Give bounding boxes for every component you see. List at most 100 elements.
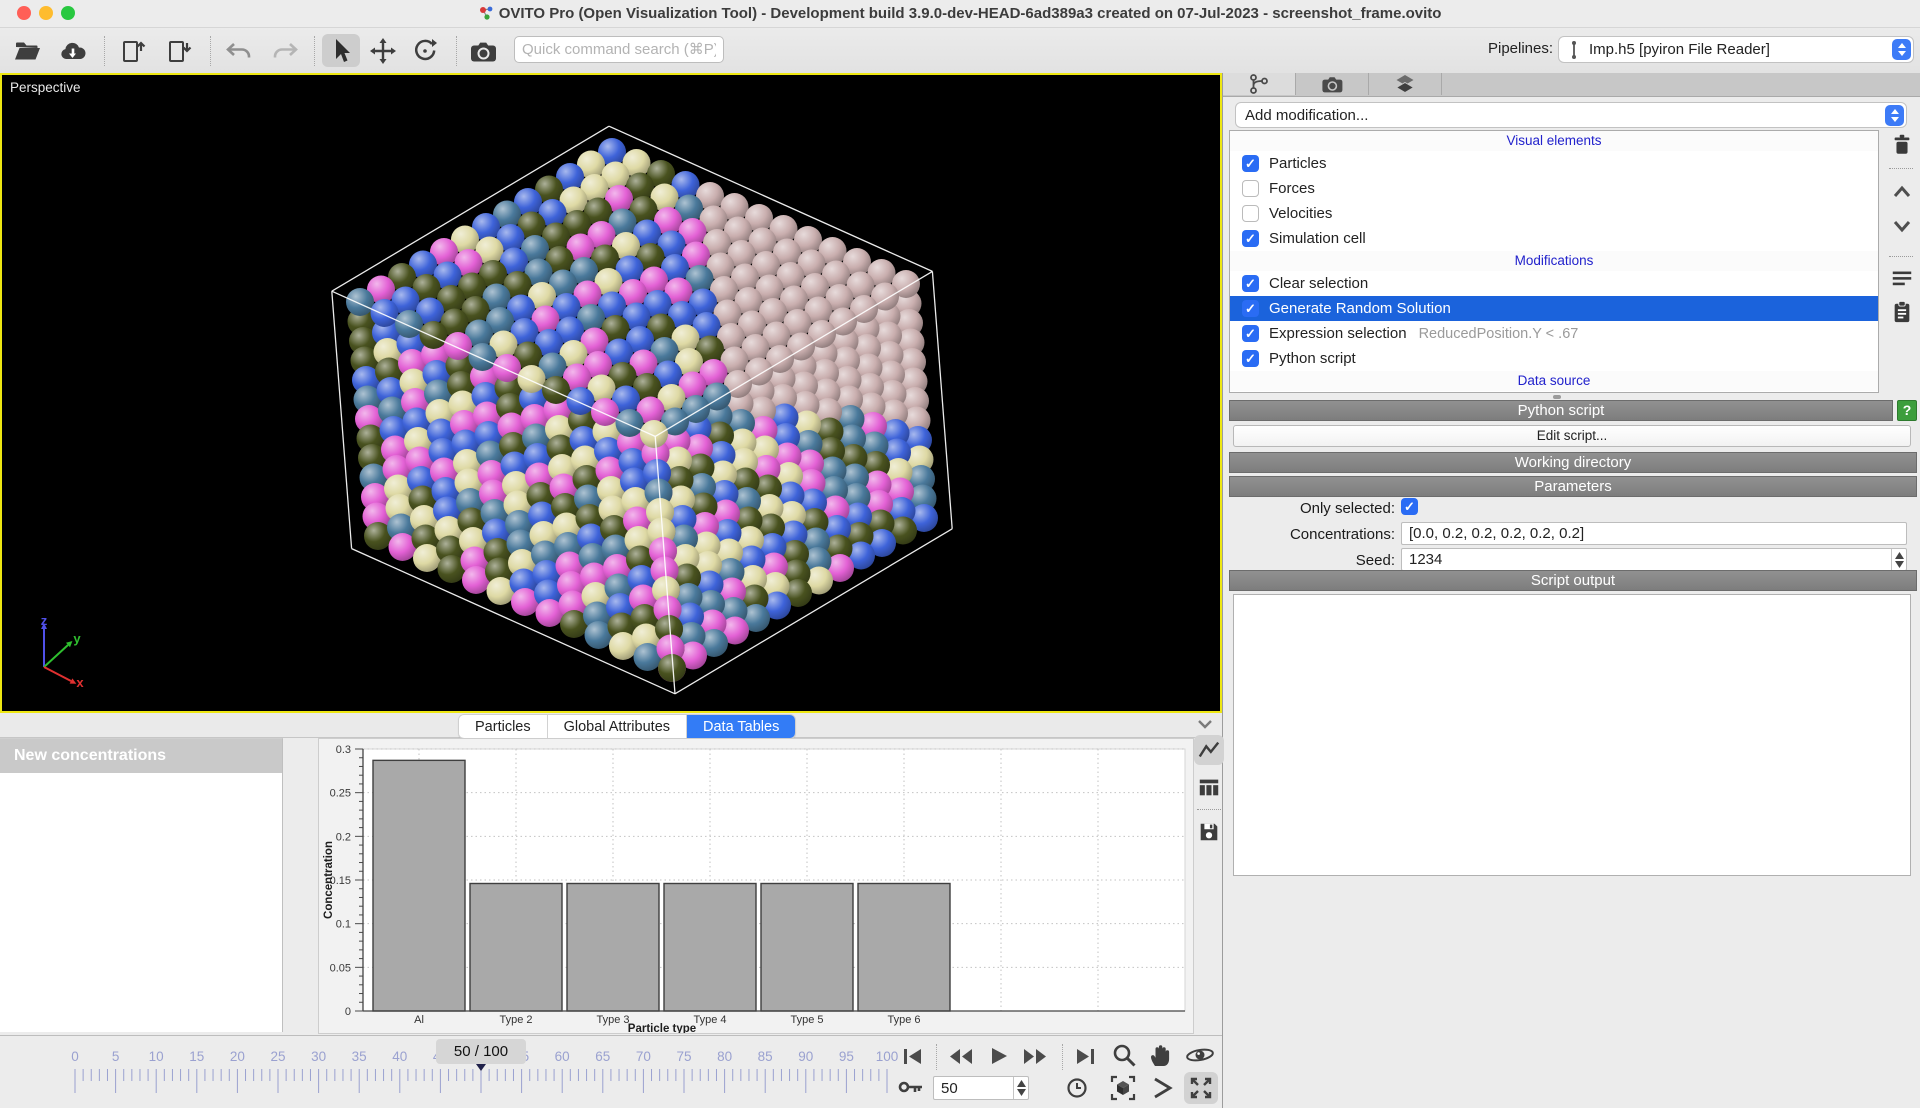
svg-text:0: 0 xyxy=(71,1049,79,1064)
seed-input[interactable] xyxy=(1401,548,1907,571)
add-modification-stepper[interactable] xyxy=(1885,105,1904,126)
collapse-panel-button[interactable] xyxy=(1196,716,1214,737)
zoom-mode-button[interactable] xyxy=(1108,1041,1140,1069)
move-mode-button[interactable] xyxy=(364,34,402,67)
only-selected-checkbox[interactable]: ✓ xyxy=(1401,498,1418,515)
pipeline-item-label: Velocities xyxy=(1269,205,1332,222)
copy-pipeline-button[interactable] xyxy=(1888,298,1916,326)
inspector-tab-data-tables[interactable]: Data Tables xyxy=(687,715,795,738)
pipeline-section-header: Modifications xyxy=(1230,251,1878,271)
pipeline-section-header: Visual elements xyxy=(1230,131,1878,151)
maximize-viewport-button[interactable] xyxy=(1184,1072,1218,1104)
zoom-scene-extents-button[interactable] xyxy=(1106,1073,1140,1103)
pipeline-item-checkbox[interactable]: ✓ xyxy=(1242,350,1259,367)
toggle-modifier-groups-button[interactable] xyxy=(1888,264,1916,292)
title-bar: OVITO Pro (Open Visualization Tool) - De… xyxy=(0,0,1920,28)
rewind-button[interactable] xyxy=(944,1043,978,1069)
svg-text:10: 10 xyxy=(149,1049,164,1064)
animation-settings-button[interactable] xyxy=(1062,1074,1092,1102)
svg-text:35: 35 xyxy=(352,1049,367,1064)
help-button[interactable]: ? xyxy=(1897,400,1917,421)
redo-icon xyxy=(270,38,300,64)
orbit-mode-button[interactable] xyxy=(1182,1041,1218,1069)
pipeline-item-checkbox[interactable]: ✓ xyxy=(1242,300,1259,317)
pick-mode-button[interactable] xyxy=(1146,1073,1180,1103)
tab-overlays[interactable] xyxy=(1369,73,1442,95)
tab-rendering[interactable] xyxy=(1296,73,1369,95)
current-frame-display[interactable]: 50 / 100 xyxy=(436,1039,526,1064)
file-import-icon xyxy=(119,38,147,64)
redo-button[interactable] xyxy=(266,34,304,67)
remote-import-button[interactable] xyxy=(54,34,92,67)
expand-arrows-icon xyxy=(1189,1076,1213,1100)
move-modifier-down-button[interactable] xyxy=(1888,212,1916,240)
export-file-button[interactable] xyxy=(160,34,198,67)
concentration-chart: 00.050.10.150.20.250.3AlType 2Type 3Type… xyxy=(318,738,1194,1034)
chart-mode-button[interactable] xyxy=(1194,735,1224,765)
pipeline-item-checkbox[interactable] xyxy=(1242,180,1259,197)
goto-last-frame-button[interactable] xyxy=(1070,1043,1100,1069)
delete-modifier-button[interactable] xyxy=(1888,130,1916,158)
splitter-handle[interactable] xyxy=(1553,395,1561,399)
pipeline-item-velocities[interactable]: Velocities xyxy=(1230,201,1878,226)
pipeline-item-checkbox[interactable]: ✓ xyxy=(1242,275,1259,292)
import-file-button[interactable] xyxy=(114,34,152,67)
svg-text:30: 30 xyxy=(311,1049,326,1064)
pipeline-item-particles[interactable]: ✓Particles xyxy=(1230,151,1878,176)
side-toolbar-separator xyxy=(1889,256,1913,257)
open-file-button[interactable] xyxy=(8,34,46,67)
edit-script-button[interactable]: Edit script... xyxy=(1233,425,1911,447)
frame-spinner[interactable] xyxy=(1013,1077,1029,1099)
animation-keys-button[interactable] xyxy=(896,1074,926,1102)
fast-forward-button[interactable] xyxy=(1018,1043,1052,1069)
file-export-icon xyxy=(165,38,193,64)
seed-spinner[interactable] xyxy=(1891,549,1907,570)
undo-button[interactable] xyxy=(220,34,258,67)
pipeline-item-checkbox[interactable] xyxy=(1242,205,1259,222)
only-selected-label: Only selected: xyxy=(1223,500,1395,517)
pan-mode-button[interactable] xyxy=(1144,1041,1176,1069)
viewport-caption[interactable]: Perspective xyxy=(10,80,81,95)
clock-icon xyxy=(1066,1077,1088,1099)
quick-command-search-input[interactable] xyxy=(514,36,724,63)
perspective-viewport[interactable]: Perspective zyx xyxy=(0,73,1222,713)
data-table-entry[interactable]: New concentrations xyxy=(0,739,282,773)
export-data-button[interactable] xyxy=(1194,817,1224,847)
pipeline-item-checkbox[interactable]: ✓ xyxy=(1242,325,1259,342)
svg-text:0.1: 0.1 xyxy=(336,919,351,931)
script-output-section-header[interactable]: Script output xyxy=(1229,570,1917,591)
pipeline-item-checkbox[interactable]: ✓ xyxy=(1242,155,1259,172)
pipeline-item-clear-selection[interactable]: ✓Clear selection xyxy=(1230,271,1878,296)
svg-text:y: y xyxy=(73,631,81,646)
trash-icon xyxy=(1890,132,1914,156)
move-modifier-up-button[interactable] xyxy=(1888,178,1916,206)
add-modification-dropdown[interactable]: Add modification... xyxy=(1235,102,1907,128)
skip-end-icon xyxy=(1075,1048,1095,1065)
python-script-section-header[interactable]: Python script xyxy=(1229,400,1893,421)
pipeline-selector-stepper[interactable] xyxy=(1892,39,1911,60)
parameters-section-header[interactable]: Parameters xyxy=(1229,476,1917,497)
pipeline-selector-dropdown[interactable]: Imp.h5 [pyiron File Reader] xyxy=(1558,36,1914,63)
pipeline-item-label: Forces xyxy=(1269,180,1315,197)
pipeline-item-simulation-cell[interactable]: ✓Simulation cell xyxy=(1230,226,1878,251)
pipeline-item-expression-selection[interactable]: ✓Expression selectionReducedPosition.Y <… xyxy=(1230,321,1878,346)
screenshot-button[interactable] xyxy=(464,34,502,67)
concentrations-input[interactable] xyxy=(1401,522,1907,545)
working-directory-section-header[interactable]: Working directory xyxy=(1229,452,1917,473)
inspector-tab-particles[interactable]: Particles xyxy=(459,715,548,738)
pipeline-item-forces[interactable]: Forces xyxy=(1230,176,1878,201)
pipeline-item-checkbox[interactable]: ✓ xyxy=(1242,230,1259,247)
svg-text:95: 95 xyxy=(839,1049,854,1064)
rotate-icon xyxy=(411,37,439,65)
pipeline-item-generate-random-solution[interactable]: ✓Generate Random Solution xyxy=(1230,296,1878,321)
tab-pipeline[interactable] xyxy=(1223,73,1296,95)
seed-label: Seed: xyxy=(1223,552,1395,569)
inspector-tab-global-attributes[interactable]: Global Attributes xyxy=(548,715,687,738)
play-button[interactable] xyxy=(984,1043,1014,1069)
pipeline-item-python-script[interactable]: ✓Python script xyxy=(1230,346,1878,371)
select-mode-button[interactable] xyxy=(322,34,360,67)
goto-first-frame-button[interactable] xyxy=(898,1043,928,1069)
save-icon xyxy=(1197,820,1221,844)
table-mode-button[interactable] xyxy=(1194,772,1224,802)
rotate-mode-button[interactable] xyxy=(406,34,444,67)
